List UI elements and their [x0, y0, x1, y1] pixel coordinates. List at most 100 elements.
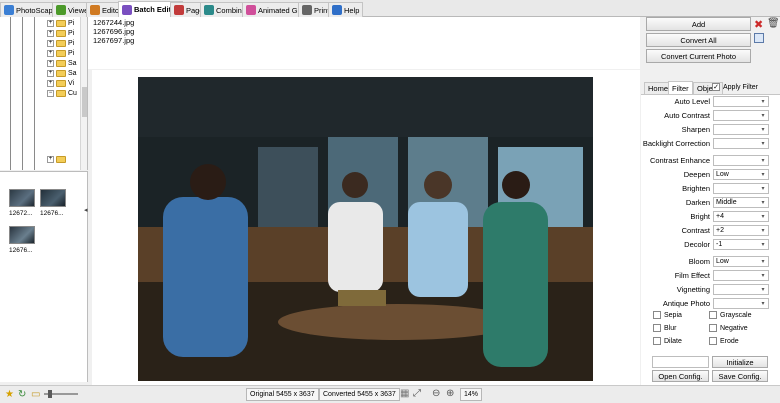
- file-item[interactable]: 1267696.jpg: [93, 27, 134, 36]
- list-view-icon[interactable]: [754, 33, 764, 43]
- original-size: Original 5455 x 3637: [246, 388, 319, 401]
- filter-select[interactable]: ▾: [713, 284, 769, 295]
- expand-icon[interactable]: +: [47, 60, 54, 67]
- expand-icon[interactable]: +: [47, 80, 54, 87]
- filter-select[interactable]: -1 ▾: [713, 239, 769, 250]
- thumbnail-size-slider[interactable]: [44, 390, 78, 398]
- filter-select[interactable]: ▾: [713, 96, 769, 107]
- remove-icon[interactable]: ✖: [754, 18, 763, 31]
- folder-tree[interactable]: + Pi + Pi + Pi + Pi + Sa + Sa + Vi − Cu +: [0, 17, 88, 170]
- tree-node[interactable]: + Pi: [47, 19, 74, 28]
- filter-select[interactable]: ▾: [713, 183, 769, 194]
- config-name-field[interactable]: [652, 356, 709, 368]
- save-config-button[interactable]: Save Config.: [712, 370, 768, 382]
- convert-current-photo-button[interactable]: Convert Current Photo: [646, 49, 751, 63]
- filter-select[interactable]: ▾: [713, 110, 769, 121]
- rotate-icon[interactable]: ↻: [18, 389, 26, 400]
- checkbox-checked-icon[interactable]: ✓: [712, 83, 720, 91]
- tree-node[interactable]: + Vi: [47, 79, 74, 88]
- add-button[interactable]: Add: [646, 17, 751, 31]
- filter-select[interactable]: +2 ▾: [713, 225, 769, 236]
- subtab-filter[interactable]: Filter: [668, 81, 693, 94]
- blur-checkbox[interactable]: Blur: [653, 324, 676, 332]
- erode-checkbox[interactable]: Erode: [709, 337, 739, 345]
- initialize-button[interactable]: Initialize: [712, 356, 768, 368]
- filter-select[interactable]: Low ▾: [713, 169, 769, 180]
- filter-select[interactable]: ▾: [713, 298, 769, 309]
- checkerboard-icon[interactable]: ▦: [400, 388, 409, 399]
- tree-node[interactable]: − Cu: [47, 89, 77, 98]
- thumbnail-image[interactable]: [40, 189, 66, 207]
- file-item[interactable]: 1267697.jpg: [93, 36, 134, 45]
- filter-label: Darken: [685, 198, 710, 207]
- trash-icon[interactable]: 🗑: [767, 18, 780, 29]
- filter-select[interactable]: Low ▾: [713, 256, 769, 267]
- help-icon: [332, 5, 342, 15]
- tree-node[interactable]: + Pi: [47, 29, 74, 38]
- expand-icon[interactable]: +: [47, 70, 54, 77]
- slider-handle[interactable]: [48, 390, 52, 398]
- expand-icon[interactable]: +: [47, 156, 54, 163]
- checkbox-icon[interactable]: [709, 311, 717, 319]
- thumbnail-panel[interactable]: 12672... 12676... 12676... ◂: [0, 171, 88, 382]
- thumbnail-image[interactable]: [9, 189, 35, 207]
- tree-node[interactable]: +: [47, 155, 66, 164]
- tree-node[interactable]: + Sa: [47, 59, 77, 68]
- filter-label: Contrast: [681, 226, 710, 235]
- combine-icon: [204, 5, 214, 15]
- tree-guide-line: [34, 17, 35, 170]
- negative-checkbox[interactable]: Negative: [709, 324, 748, 332]
- filter-label: Auto Level: [674, 97, 710, 106]
- tree-scrollbar[interactable]: [80, 17, 87, 170]
- folder-icon: [56, 90, 66, 97]
- open-config-button[interactable]: Open Config.: [652, 370, 709, 382]
- status-bar: ★ ↻ ▭ Original 5455 x 3637 Converted 545…: [0, 385, 780, 403]
- checkbox-icon[interactable]: [653, 324, 661, 332]
- sepia-checkbox[interactable]: Sepia: [653, 311, 682, 319]
- filter-label: Brighten: [682, 184, 710, 193]
- collapse-icon[interactable]: −: [47, 90, 54, 97]
- folder-icon: [56, 40, 66, 47]
- filter-select[interactable]: ▾: [713, 155, 769, 166]
- zoom-out-icon[interactable]: ⊖: [432, 388, 440, 399]
- tree-node[interactable]: + Sa: [47, 69, 77, 78]
- star-icon[interactable]: ★: [5, 389, 14, 400]
- dilate-checkbox[interactable]: Dilate: [653, 337, 682, 345]
- apply-filter-checkbox[interactable]: ✓ Apply Filter: [712, 83, 758, 91]
- checkbox-icon[interactable]: [709, 337, 717, 345]
- checkbox-icon[interactable]: [709, 324, 717, 332]
- dropdown-arrow-icon: ▾: [761, 242, 765, 248]
- file-list[interactable]: 1267244.jpg 1267696.jpg 1267697.jpg: [88, 17, 640, 69]
- grayscale-checkbox[interactable]: Grayscale: [709, 311, 752, 319]
- convert-all-button[interactable]: Convert All: [646, 33, 751, 47]
- folder-icon: [56, 20, 66, 27]
- collapse-arrow-icon[interactable]: ◂: [84, 206, 88, 220]
- thumbnail-image[interactable]: [9, 226, 35, 244]
- checkbox-icon[interactable]: [653, 337, 661, 345]
- tree-node[interactable]: + Pi: [47, 39, 74, 48]
- thumbnail-label: 12676...: [9, 247, 33, 254]
- expand-icon[interactable]: +: [47, 20, 54, 27]
- filter-label: Backlight Correction: [642, 139, 710, 148]
- tab-help[interactable]: Help: [328, 2, 364, 17]
- fit-screen-icon[interactable]: ⤢: [413, 388, 421, 399]
- filter-select[interactable]: ▾: [713, 270, 769, 281]
- filter-select[interactable]: ▾: [713, 124, 769, 135]
- filter-select[interactable]: +4 ▾: [713, 211, 769, 222]
- scroll-thumb[interactable]: [82, 87, 87, 117]
- tree-node[interactable]: + Pi: [47, 49, 74, 58]
- expand-icon[interactable]: +: [47, 50, 54, 57]
- zoom-in-icon[interactable]: ⊕: [446, 388, 454, 399]
- folder-open-icon[interactable]: ▭: [31, 389, 40, 400]
- filter-label: Deepen: [683, 170, 710, 179]
- dropdown-arrow-icon: ▾: [761, 287, 765, 293]
- viewer-icon: [56, 5, 66, 15]
- file-item[interactable]: 1267244.jpg: [93, 18, 134, 27]
- expand-icon[interactable]: +: [47, 30, 54, 37]
- dropdown-arrow-icon: ▾: [761, 141, 765, 147]
- checkbox-icon[interactable]: [653, 311, 661, 319]
- expand-icon[interactable]: +: [47, 40, 54, 47]
- filter-select[interactable]: Middle ▾: [713, 197, 769, 208]
- dropdown-arrow-icon: ▾: [761, 228, 765, 234]
- filter-select[interactable]: ▾: [713, 138, 769, 149]
